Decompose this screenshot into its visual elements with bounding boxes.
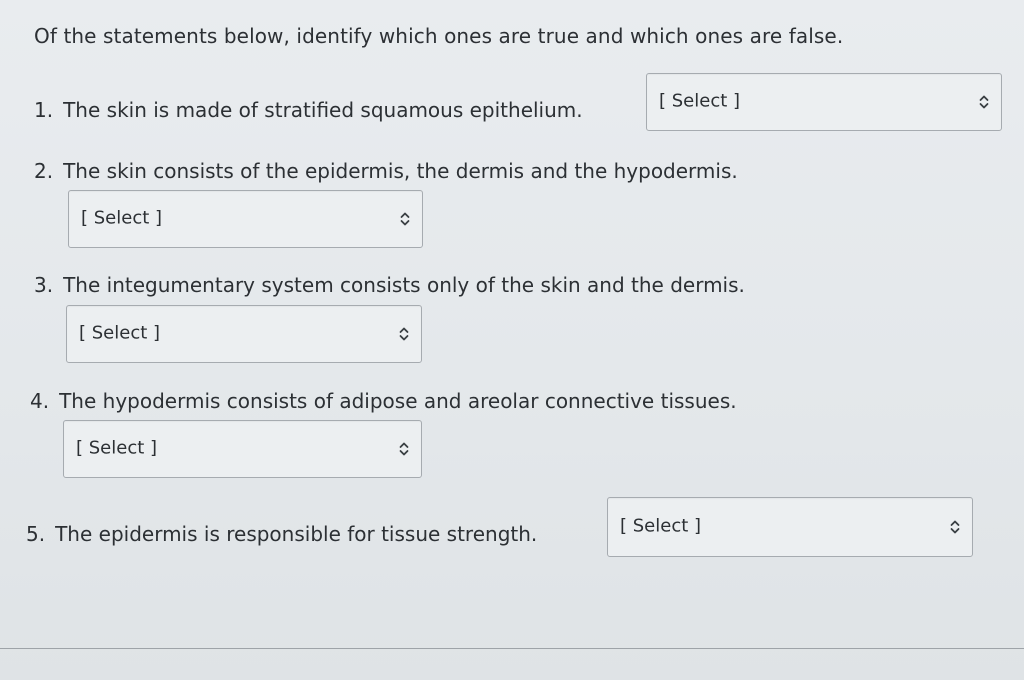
- question-2: 2. The skin consists of the epidermis, th…: [34, 159, 738, 183]
- question-number: 4.: [30, 389, 50, 413]
- question-5: 5. The epidermis is responsible for tissu…: [26, 522, 537, 546]
- up-down-chevron-icon: [399, 442, 409, 456]
- question-text: The epidermis is responsible for tissue …: [55, 522, 538, 546]
- answer-select-2[interactable]: [ Select ]: [68, 190, 423, 248]
- question-3: 3. The integumentary system consists only…: [34, 273, 745, 297]
- quiz-page: Of the statements below, identify which …: [0, 0, 1024, 680]
- question-text: The hypodermis consists of adipose and a…: [59, 389, 737, 413]
- question-text: The skin consists of the epidermis, the …: [63, 159, 738, 183]
- question-text: The skin is made of stratified squamous …: [63, 98, 583, 122]
- question-number: 3.: [34, 273, 54, 297]
- up-down-chevron-icon: [399, 327, 409, 341]
- select-value: [ Select ]: [620, 515, 702, 537]
- up-down-chevron-icon: [950, 520, 960, 534]
- answer-select-3[interactable]: [ Select ]: [66, 305, 422, 363]
- select-value: [ Select ]: [76, 437, 158, 459]
- question-number: 1.: [34, 98, 54, 122]
- instruction-text: Of the statements below, identify which …: [34, 24, 844, 48]
- select-value: [ Select ]: [659, 90, 741, 112]
- select-value: [ Select ]: [79, 322, 161, 344]
- question-text: The integumentary system consists only o…: [63, 273, 745, 297]
- select-value: [ Select ]: [81, 207, 163, 229]
- question-1: 1. The skin is made of stratified squamou…: [34, 98, 583, 122]
- answer-select-4[interactable]: [ Select ]: [63, 420, 422, 478]
- question-number: 2.: [34, 159, 54, 183]
- up-down-chevron-icon: [400, 212, 410, 226]
- up-down-chevron-icon: [979, 95, 989, 109]
- answer-select-5[interactable]: [ Select ]: [607, 497, 973, 557]
- question-number: 5.: [26, 522, 46, 546]
- question-4: 4. The hypodermis consists of adipose and…: [30, 389, 737, 413]
- answer-select-1[interactable]: [ Select ]: [646, 73, 1002, 131]
- bottom-divider: [0, 648, 1024, 649]
